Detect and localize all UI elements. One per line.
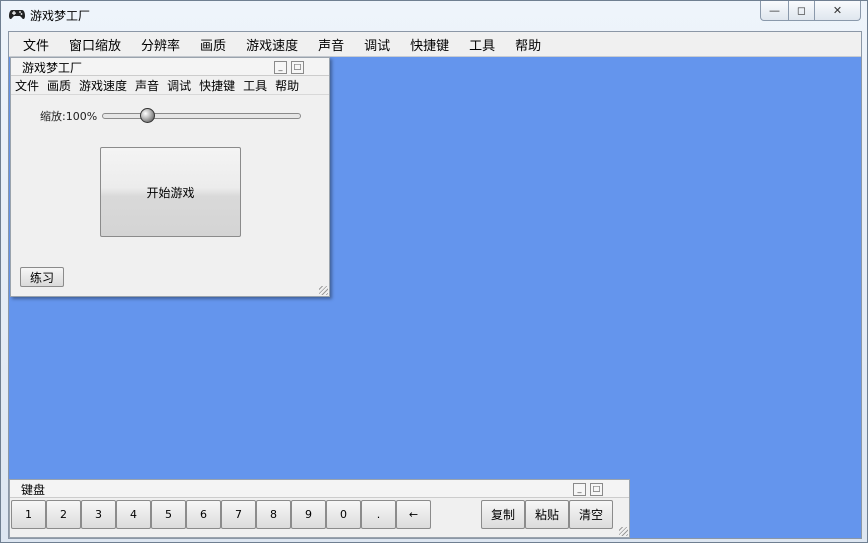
- game-menu-debug[interactable]: 调试: [163, 77, 195, 94]
- key-4[interactable]: 4: [116, 500, 151, 529]
- menu-sound[interactable]: 声音: [308, 35, 354, 54]
- game-panel-title-bar[interactable]: 游戏梦工厂 _ □: [11, 58, 329, 76]
- window-title: 游戏梦工厂: [30, 9, 91, 23]
- game-menu-sound[interactable]: 声音: [131, 77, 163, 94]
- menu-tools[interactable]: 工具: [459, 35, 505, 54]
- main-menu-bar: 文件 窗口缩放 分辨率 画质 游戏速度 声音 调试 快捷键 工具 帮助: [9, 32, 861, 57]
- keyboard-panel-maximize-button[interactable]: □: [590, 483, 603, 496]
- game-menu-game-speed[interactable]: 游戏速度: [75, 77, 131, 94]
- maximize-button[interactable]: ◻: [789, 1, 815, 21]
- gamepad-icon: [9, 10, 25, 20]
- menu-file[interactable]: 文件: [13, 35, 59, 54]
- keyboard-panel-title: 键盘: [21, 483, 46, 497]
- start-game-button[interactable]: 开始游戏: [100, 147, 241, 237]
- game-panel-menu: 文件 画质 游戏速度 声音 调试 快捷键 工具 帮助: [11, 76, 329, 95]
- key-2[interactable]: 2: [46, 500, 81, 529]
- key-6[interactable]: 6: [186, 500, 221, 529]
- backspace-key[interactable]: ←: [396, 500, 431, 529]
- key-1[interactable]: 1: [11, 500, 46, 529]
- practice-label: 练习: [29, 270, 54, 285]
- game-menu-quality[interactable]: 画质: [43, 77, 75, 94]
- game-menu-file[interactable]: 文件: [11, 77, 43, 94]
- game-panel: 游戏梦工厂 _ □ 文件 画质 游戏速度 声音 调试 快捷键 工具 帮助 缩放:…: [10, 57, 330, 297]
- game-canvas[interactable]: 文件 窗口缩放 分辨率 画质 游戏速度 声音 调试 快捷键 工具 帮助 游戏梦工…: [8, 31, 862, 539]
- clear-button[interactable]: 清空: [569, 500, 613, 529]
- game-panel-maximize-button[interactable]: □: [291, 61, 304, 74]
- key-dot[interactable]: .: [361, 500, 396, 529]
- copy-button[interactable]: 复制: [481, 500, 525, 529]
- minimize-button[interactable]: —: [760, 1, 789, 21]
- start-game-label: 开始游戏: [146, 185, 195, 200]
- keyboard-panel-title-bar[interactable]: 键盘 _ □: [10, 480, 629, 498]
- key-3[interactable]: 3: [81, 500, 116, 529]
- minimize-icon: _: [577, 484, 582, 493]
- keyboard-panel: 键盘 _ □ 1 2 3 4 5 6 7 8 9 0 . ← 复制 粘贴 清空: [9, 479, 630, 538]
- minimize-icon: _: [278, 62, 283, 71]
- game-menu-tools[interactable]: 工具: [239, 77, 271, 94]
- key-8[interactable]: 8: [256, 500, 291, 529]
- maximize-icon: □: [592, 484, 601, 493]
- minimize-icon: —: [769, 4, 780, 17]
- game-panel-title: 游戏梦工厂: [22, 61, 83, 75]
- zoom-slider-thumb[interactable]: [139, 108, 155, 123]
- resize-grip[interactable]: [619, 527, 628, 536]
- menu-shortcuts[interactable]: 快捷键: [400, 35, 459, 54]
- key-row: 1 2 3 4 5 6 7 8 9 0 . ← 复制 粘贴 清空: [10, 498, 629, 529]
- game-menu-shortcuts[interactable]: 快捷键: [195, 77, 239, 94]
- menu-window-zoom[interactable]: 窗口缩放: [59, 35, 131, 54]
- close-button[interactable]: ✕: [815, 1, 861, 21]
- title-bar[interactable]: 游戏梦工厂 — ◻ ✕: [1, 1, 867, 29]
- menu-quality[interactable]: 画质: [190, 35, 236, 54]
- key-7[interactable]: 7: [221, 500, 256, 529]
- key-9[interactable]: 9: [291, 500, 326, 529]
- menu-debug[interactable]: 调试: [354, 35, 400, 54]
- main-window: 游戏梦工厂 — ◻ ✕ 文件 窗口缩放 分辨率 画质 游戏速度 声音 调试 快捷…: [0, 0, 868, 543]
- menu-resolution[interactable]: 分辨率: [131, 35, 190, 54]
- menu-help[interactable]: 帮助: [505, 35, 551, 54]
- keyboard-panel-minimize-button[interactable]: _: [573, 483, 586, 496]
- resize-grip[interactable]: [319, 286, 328, 295]
- maximize-icon: □: [293, 62, 302, 71]
- zoom-slider[interactable]: [102, 108, 301, 123]
- key-0[interactable]: 0: [326, 500, 361, 529]
- maximize-icon: ◻: [796, 4, 807, 17]
- practice-button[interactable]: 练习: [20, 267, 64, 287]
- zoom-label: 缩放:100%: [40, 110, 98, 123]
- close-icon: ✕: [832, 4, 843, 17]
- game-panel-minimize-button[interactable]: _: [274, 61, 287, 74]
- key-5[interactable]: 5: [151, 500, 186, 529]
- menu-game-speed[interactable]: 游戏速度: [236, 35, 308, 54]
- paste-button[interactable]: 粘贴: [525, 500, 569, 529]
- game-menu-help[interactable]: 帮助: [271, 77, 303, 94]
